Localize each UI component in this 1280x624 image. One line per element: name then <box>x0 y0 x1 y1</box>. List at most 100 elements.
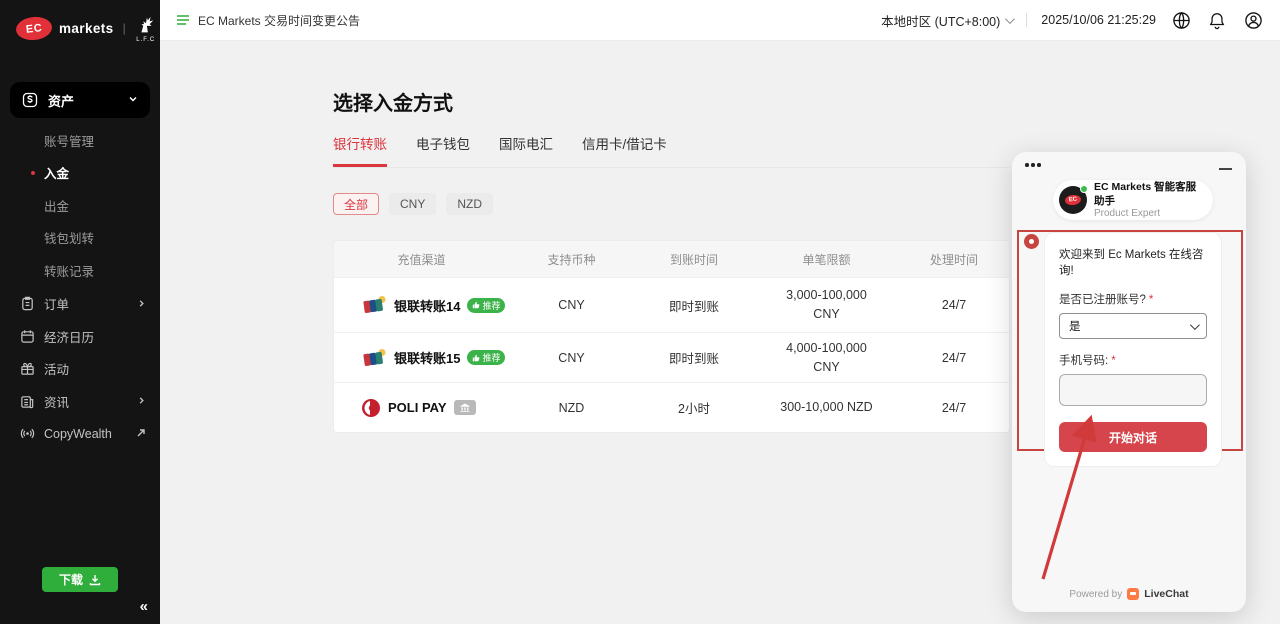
tab-credit-debit-card[interactable]: 信用卡/借记卡 <box>582 133 667 167</box>
tab-international-wire[interactable]: 国际电汇 <box>499 133 553 167</box>
download-button[interactable]: 下载 <box>42 567 118 592</box>
agent-title: EC Markets 智能客服助手 <box>1094 181 1203 207</box>
sidebar: EC markets | L.F.C 资产 账号管理 <box>0 0 160 624</box>
badge-label: 推荐 <box>482 299 500 312</box>
download-label: 下载 <box>59 571 83 588</box>
page-title: 选择入金方式 <box>333 87 1010 116</box>
sidebar-item-assets[interactable]: 资产 <box>10 82 150 118</box>
sidebar-item-label: 资产 <box>48 91 128 110</box>
announcement-text: EC Markets 交易时间变更公告 <box>198 12 360 29</box>
powered-by-label: Powered by <box>1069 589 1122 600</box>
sidebar-item-orders[interactable]: 订单 <box>0 288 160 321</box>
badge-label: 推荐 <box>482 351 500 364</box>
tab-bank-transfer[interactable]: 银行转账 <box>333 133 387 167</box>
active-dot <box>31 171 35 175</box>
download-icon <box>89 574 101 586</box>
chat-minimize-icon[interactable] <box>1219 168 1232 170</box>
chat-menu-icon[interactable] <box>1025 163 1041 167</box>
announcement-banner[interactable]: EC Markets 交易时间变更公告 <box>176 12 360 29</box>
filter-cny[interactable]: CNY <box>389 193 436 215</box>
timezone-label: 本地时区 (UTC+8:00) <box>881 11 1000 30</box>
livechat-widget: EC EC Markets 智能客服助手 Product Expert 欢迎来到… <box>1012 152 1246 612</box>
livechat-wordmark: LiveChat <box>1144 588 1188 600</box>
sidebar-item-label: 入金 <box>44 163 69 182</box>
table-row[interactable]: 银联转账15 推荐 CNY 即时到账 4,000-100,000 CNY 24/… <box>334 332 1009 382</box>
channel-name: POLI PAY <box>388 400 447 415</box>
sidebar-item-label: CopyWealth <box>44 427 136 441</box>
notifications-bell-icon[interactable] <box>1206 9 1228 31</box>
sidebar-item-label: 活动 <box>44 359 146 378</box>
lfc-label: L.F.C <box>136 37 155 43</box>
start-chat-button[interactable]: 开始对话 <box>1059 422 1207 452</box>
deposit-method-tabs: 银行转账 电子钱包 国际电汇 信用卡/借记卡 <box>333 133 1010 168</box>
sidebar-item-label: 账号管理 <box>44 131 94 150</box>
account-user-icon[interactable] <box>1242 9 1264 31</box>
announcement-icon <box>176 14 190 26</box>
required-asterisk: * <box>1111 355 1115 367</box>
chat-prechat-form: 欢迎来到 Ec Markets 在线咨询! 是否已注册账号?* 是 手机号码:*… <box>1044 232 1222 467</box>
thumbs-up-icon <box>472 354 480 362</box>
col-arrival: 到账时间 <box>634 251 754 268</box>
col-channel: 充值渠道 <box>334 251 509 268</box>
ec-logo: EC <box>15 15 53 42</box>
filter-nzd[interactable]: NZD <box>446 193 493 215</box>
col-limit: 单笔限额 <box>754 251 899 268</box>
tab-e-wallet[interactable]: 电子钱包 <box>416 133 470 167</box>
filter-all[interactable]: 全部 <box>333 193 379 215</box>
sidebar-item-wallet-transfer[interactable]: 钱包划转 <box>0 222 160 255</box>
registered-select[interactable]: 是 <box>1059 313 1207 339</box>
external-link-icon <box>136 427 146 441</box>
logo-divider: | <box>123 21 126 35</box>
phone-input[interactable] <box>1059 374 1207 406</box>
chat-footer: Powered by LiveChat <box>1012 588 1246 600</box>
clipboard-icon <box>20 296 35 311</box>
required-asterisk: * <box>1149 294 1153 306</box>
calendar-icon <box>20 329 35 344</box>
chevron-down-icon <box>1190 320 1200 330</box>
agent-subtitle: Product Expert <box>1094 208 1203 219</box>
liver-bird-icon <box>135 14 157 36</box>
bot-avatar <box>1024 234 1039 249</box>
gift-icon <box>20 361 35 376</box>
sidebar-item-withdrawal[interactable]: 出金 <box>0 189 160 222</box>
topbar: EC Markets 交易时间变更公告 本地时区 (UTC+8:00) 2025… <box>160 0 1280 41</box>
chat-agent-header: EC EC Markets 智能客服助手 Product Expert <box>1053 180 1213 220</box>
sidebar-item-news[interactable]: 资讯 <box>0 385 160 418</box>
sidebar-item-label: 经济日历 <box>44 327 146 346</box>
recommended-badge: 推荐 <box>467 350 505 365</box>
sidebar-menu: 订单 经济日历 活动 <box>0 288 160 451</box>
datetime: 2025/10/06 21:25:29 <box>1041 13 1156 27</box>
divider <box>1026 13 1027 27</box>
timezone-selector[interactable]: 本地时区 (UTC+8:00) <box>881 11 1012 30</box>
sidebar-item-copywealth[interactable]: CopyWealth <box>0 418 160 451</box>
language-globe-icon[interactable] <box>1170 9 1192 31</box>
sidebar-item-label: 转账记录 <box>44 261 94 280</box>
chevron-right-icon <box>137 297 146 311</box>
sidebar-item-account-management[interactable]: 账号管理 <box>0 124 160 157</box>
unionpay-icon <box>361 295 387 315</box>
sidebar-item-transfer-records[interactable]: 转账记录 <box>0 254 160 287</box>
collapse-sidebar-icon[interactable]: « <box>140 598 148 615</box>
bank-icon <box>460 403 470 412</box>
ec-avatar-logo: EC <box>1065 194 1082 206</box>
livechat-icon <box>1127 588 1139 600</box>
currency-filters: 全部 CNY NZD <box>333 193 1010 215</box>
table-header: 充值渠道 支持币种 到账时间 单笔限额 处理时间 <box>334 241 1009 277</box>
col-processing: 处理时间 <box>899 251 1009 268</box>
col-currency: 支持币种 <box>509 251 634 268</box>
sidebar-item-label: 资讯 <box>44 392 137 411</box>
dollar-icon <box>22 92 38 108</box>
registered-question-label: 是否已注册账号?* <box>1059 291 1207 307</box>
poli-pay-icon <box>361 398 381 418</box>
registered-select-value: 是 <box>1069 318 1081 334</box>
welcome-message: 欢迎来到 Ec Markets 在线咨询! <box>1059 246 1207 278</box>
unionpay-icon <box>361 348 387 368</box>
sidebar-item-economic-calendar[interactable]: 经济日历 <box>0 320 160 353</box>
thumbs-up-icon <box>472 301 480 309</box>
deposit-page: 选择入金方式 银行转账 电子钱包 国际电汇 信用卡/借记卡 全部 CNY NZD… <box>333 41 1010 433</box>
table-row[interactable]: 银联转账14 推荐 CNY 即时到账 3,000-100,000 CNY 24/… <box>334 277 1009 332</box>
sidebar-item-promotions[interactable]: 活动 <box>0 353 160 386</box>
sidebar-item-deposit[interactable]: 入金 <box>0 157 160 190</box>
table-row[interactable]: POLI PAY NZD 2小时 300-10,000 NZD 24/7 <box>334 382 1009 432</box>
recommended-badge: 推荐 <box>467 298 505 313</box>
